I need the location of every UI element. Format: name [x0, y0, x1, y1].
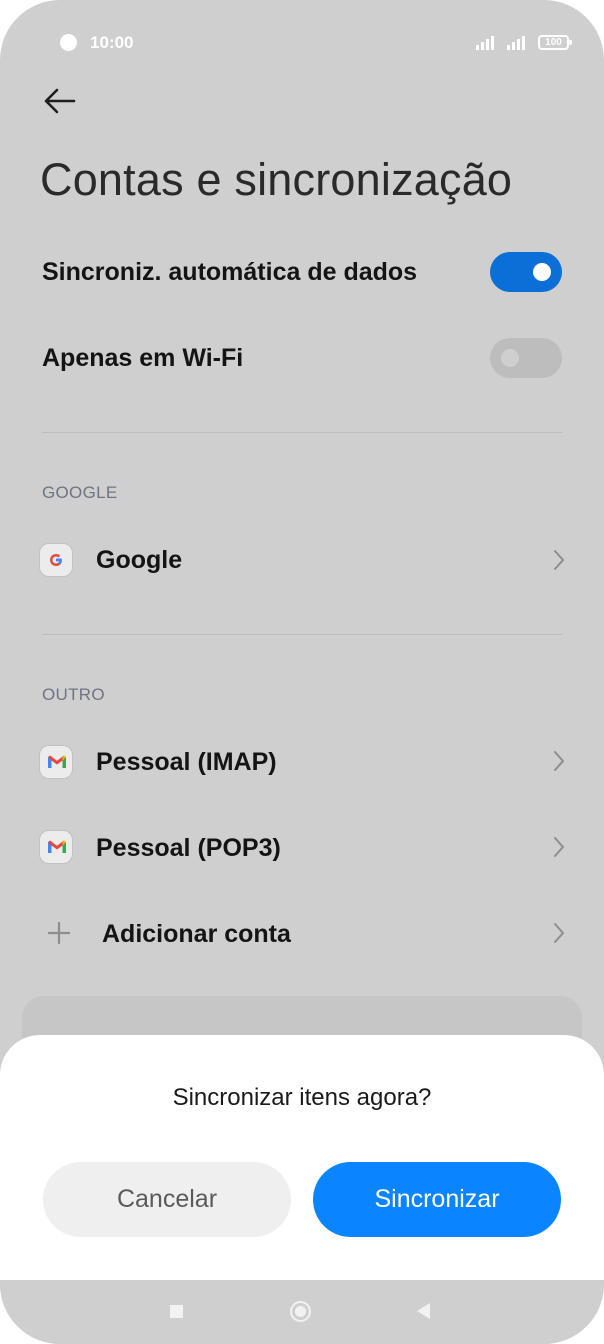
settings-screen: 10:00 100 Contas e sincronização Sincron… — [0, 0, 604, 1344]
divider — [42, 634, 562, 635]
phone-frame: 10:00 100 Contas e sincronização Sincron… — [0, 0, 604, 1344]
plus-icon — [47, 921, 71, 945]
toggle-knob — [533, 263, 551, 281]
battery-icon: 100 — [538, 35, 572, 50]
account-label-google: Google — [96, 546, 183, 574]
chevron-right-icon — [554, 751, 564, 771]
back-icon[interactable] — [417, 1303, 430, 1319]
chevron-right-icon — [554, 923, 564, 943]
account-label-pop3: Pessoal (POP3) — [96, 834, 281, 862]
status-bar: 10:00 100 — [0, 0, 604, 84]
wifi-only-label: Apenas em Wi-Fi — [42, 344, 244, 372]
divider — [42, 432, 562, 433]
section-header-other: OUTRO — [42, 685, 105, 704]
auto-sync-toggle[interactable] — [490, 252, 562, 292]
section-header-google: GOOGLE — [42, 483, 118, 502]
page-title: Contas e sincronização — [40, 154, 513, 205]
sync-dialog — [0, 1035, 604, 1285]
account-label-imap: Pessoal (IMAP) — [96, 748, 277, 776]
chevron-right-icon — [554, 550, 564, 570]
dialog-title: Sincronizar itens agora? — [172, 1084, 432, 1111]
chevron-right-icon — [554, 837, 564, 857]
toggle-knob — [501, 349, 519, 367]
signal-icon-2 — [507, 36, 525, 50]
signal-icon — [476, 36, 494, 50]
home-icon[interactable] — [290, 1301, 311, 1322]
wifi-only-toggle[interactable] — [490, 338, 562, 378]
status-time: 10:00 — [90, 33, 134, 52]
cancel-button[interactable]: Cancelar — [43, 1162, 291, 1237]
back-arrow-icon[interactable] — [40, 84, 80, 118]
gmail-icon — [39, 745, 73, 779]
navigation-bar — [0, 1280, 604, 1344]
google-icon — [39, 543, 73, 577]
camera-cutout — [60, 34, 77, 51]
gmail-icon — [39, 830, 73, 864]
sync-button[interactable]: Sincronizar — [313, 1162, 561, 1237]
add-account-label: Adicionar conta — [102, 920, 291, 948]
recents-icon[interactable] — [170, 1305, 183, 1318]
auto-sync-label: Sincroniz. automática de dados — [42, 258, 418, 286]
